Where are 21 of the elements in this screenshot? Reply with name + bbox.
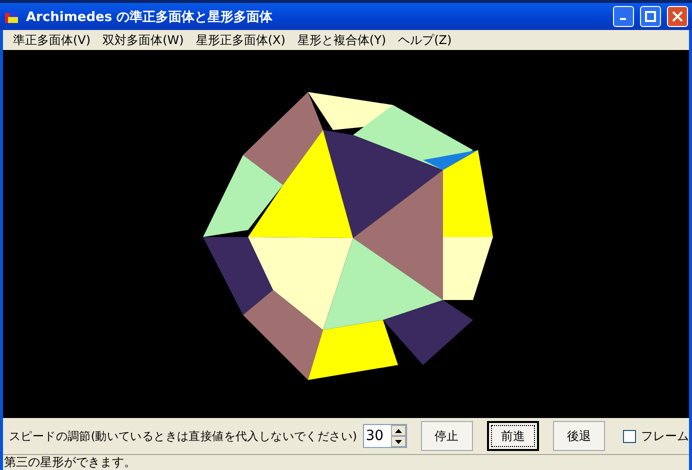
menu-item[interactable]: ヘルプ(Z)	[392, 32, 458, 48]
maximize-icon	[645, 11, 656, 22]
menu-item[interactable]: 準正多面体(V)	[7, 32, 97, 48]
frame-checkbox[interactable]: フレーム	[623, 428, 689, 444]
close-icon	[672, 11, 683, 22]
menu-item[interactable]: 双対多面体(W)	[96, 32, 190, 48]
maximize-button[interactable]	[640, 6, 661, 27]
action-button[interactable]: 後退	[553, 421, 605, 451]
app-icon	[4, 8, 20, 24]
speed-label: スピードの調節(動いているときは直接値を代入しないでください)	[9, 428, 357, 444]
menu-item[interactable]: 星形正多面体(X)	[190, 32, 292, 48]
action-button[interactable]: 停止	[420, 421, 473, 451]
window-title: Archimedes の準正多面体と星形多面体	[26, 8, 274, 26]
close-button[interactable]	[667, 6, 688, 27]
action-button[interactable]: 前進	[486, 421, 540, 451]
status-bar: 第三の星形ができます。	[3, 454, 689, 469]
speed-spinner[interactable]: 30	[362, 424, 407, 448]
up-icon	[394, 428, 402, 432]
down-icon	[394, 440, 402, 444]
menu-item[interactable]: 星形と複合体(Y)	[291, 32, 392, 48]
minimize-button[interactable]	[613, 6, 634, 27]
